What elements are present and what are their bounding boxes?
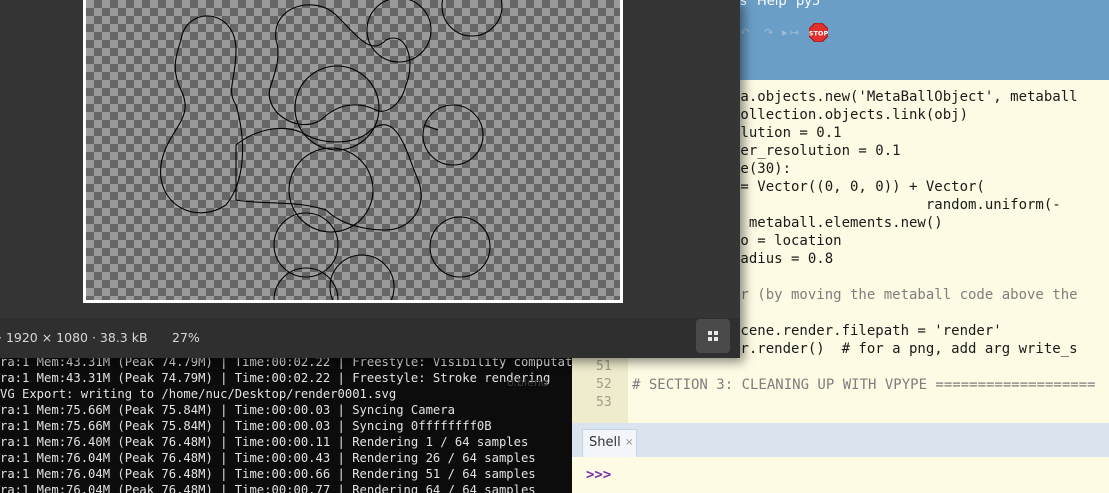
line-number: 52 — [596, 377, 612, 392]
tab-shell[interactable]: Shell × — [582, 429, 637, 457]
terminal-line: VG Export: writing to /home/nuc/Desktop/… — [0, 387, 397, 401]
step-over-icon[interactable]: ↦ — [790, 26, 799, 39]
terminal-line: ra:1 Mem:76.04M (Peak 76.48M) | Time:00:… — [0, 467, 536, 481]
line-number: 51 — [596, 359, 612, 374]
menu-py5[interactable]: py5 — [796, 0, 820, 9]
code-line: ge(30): — [732, 161, 792, 177]
terminal-line: ra:1 Mem:76.04M (Peak 76.48M) | Time:00:… — [0, 483, 536, 493]
code-line: radius = 0.8 — [732, 251, 834, 267]
code-line: co = location — [732, 233, 842, 249]
code-line: scene.render.filepath = 'render' — [732, 323, 1002, 339]
section-comment-line: # SECTION 3: CLEANING UP WITH VPYPE ====… — [632, 377, 1096, 393]
shell-tab-label: Shell — [589, 435, 621, 450]
close-icon[interactable]: × — [625, 437, 633, 448]
code-line: der_resolution = 0.1 — [732, 143, 901, 159]
terminal-line: ra:1 Mem:76.04M (Peak 76.48M) | Time:00:… — [0, 451, 536, 465]
code-line: random.uniform(- — [732, 197, 1061, 213]
background-filename: o.blend — [507, 376, 548, 389]
undo-icon[interactable]: ↶ — [740, 26, 749, 39]
code-line: ta.objects.new('MetaBallObject', metabal… — [732, 89, 1078, 105]
image-viewer-window: · 1920 × 1080 · 38.3 kB 27% — [0, 0, 740, 358]
line-number: 53 — [596, 395, 612, 410]
terminal-output: ra:1 Mem:43.31M (Peak 74.79M) | Time:00:… — [0, 348, 572, 493]
image-frame — [83, 0, 623, 303]
image-info: · 1920 × 1080 · 38.3 kB — [0, 330, 148, 345]
code-comment-line: er (by moving the metaball code above th… — [732, 287, 1078, 303]
shell-tab-bar: Shell × — [572, 423, 1109, 457]
code-line: = metaball.elements.new() — [732, 215, 943, 231]
terminal-line: ra:1 Mem:75.66M (Peak 75.84M) | Time:00:… — [0, 403, 455, 417]
grid-icon[interactable] — [696, 319, 730, 353]
code-line: collection.objects.link(obj) — [732, 107, 969, 123]
step-icon[interactable]: ▸ — [782, 26, 788, 39]
rendered-image — [86, 0, 620, 300]
zoom-level[interactable]: 27% — [172, 330, 200, 345]
code-line: = Vector((0, 0, 0)) + Vector( — [732, 179, 985, 195]
shell-panel: Shell × >>> — [572, 423, 1109, 493]
menu-help[interactable]: Help — [757, 0, 787, 9]
menu-item[interactable]: s — [740, 0, 747, 9]
stop-label: STOP — [809, 30, 828, 38]
terminal-line: ra:1 Mem:76.40M (Peak 76.48M) | Time:00:… — [0, 435, 529, 449]
terminal-line: ra:1 Mem:75.66M (Peak 75.84M) | Time:00:… — [0, 419, 492, 433]
code-line: olution = 0.1 — [732, 125, 842, 141]
redo-icon[interactable]: ↷ — [764, 26, 773, 39]
code-line: er.render() # for a png, add arg write_s — [732, 341, 1078, 357]
shell-prompt[interactable]: >>> — [586, 467, 611, 483]
stop-icon[interactable]: STOP — [809, 23, 828, 42]
terminal-line: ra:1 Mem:43.31M (Peak 74.79M) | Time:00:… — [0, 371, 551, 385]
